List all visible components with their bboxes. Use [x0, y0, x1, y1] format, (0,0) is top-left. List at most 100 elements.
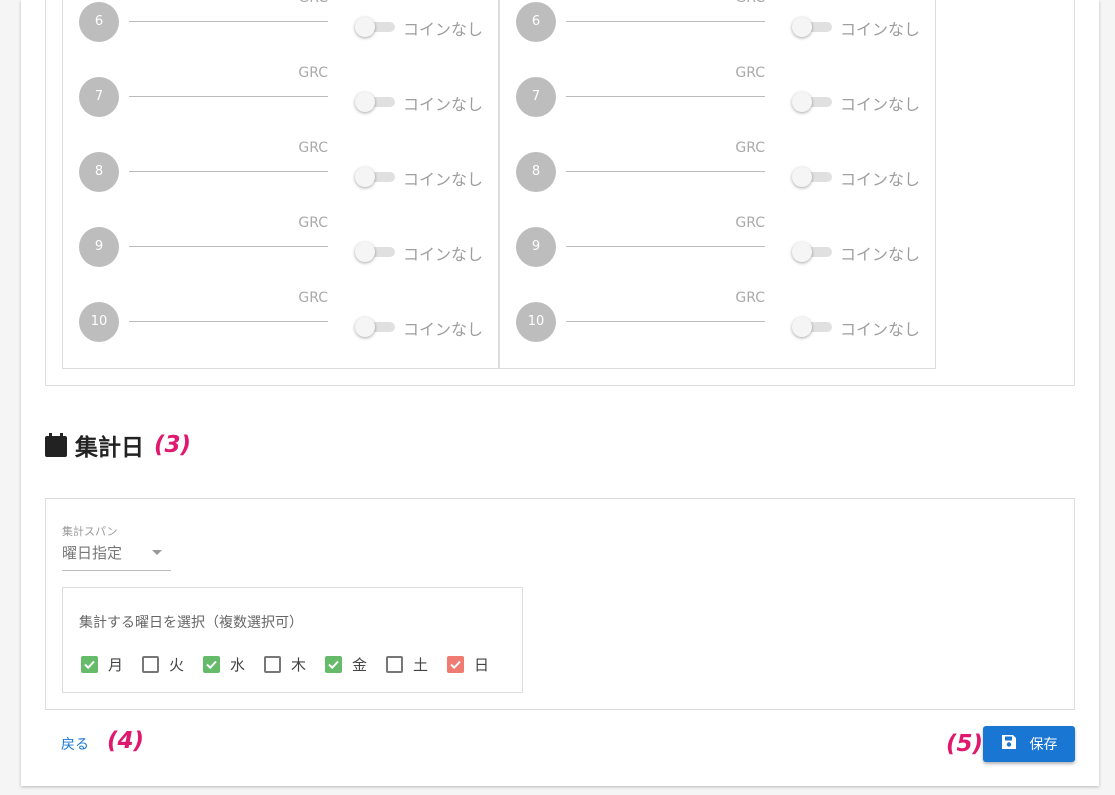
no-coin-toggle[interactable] [355, 317, 395, 337]
toggle-knob [792, 317, 812, 337]
weekday-selector-title: 集計する曜日を選択（複数選択可） [79, 615, 303, 631]
no-coin-toggle[interactable] [792, 317, 832, 337]
aggregation-section: 集計スパン 曜日指定 集計する曜日を選択（複数選択可） 月 火 水 木 金 土 日 [45, 498, 1075, 710]
no-coin-label: コインなし [403, 320, 484, 339]
weekday-label: 月 [108, 656, 124, 674]
rank-badge: 6 [516, 2, 556, 42]
rank-row: 7 GRC コインなし [63, 65, 500, 127]
aggregation-heading: 集計日 (3) [45, 428, 191, 462]
span-select-label: 集計スパン [62, 525, 118, 538]
toggle-knob [792, 17, 812, 37]
weekday-option[interactable]: 月 [81, 654, 123, 675]
weekday-option[interactable]: 日 [447, 654, 489, 675]
coin-amount-input[interactable]: GRC [129, 0, 328, 22]
rank-badge: 7 [79, 77, 119, 117]
save-icon [1001, 734, 1017, 754]
no-coin-toggle[interactable] [792, 167, 832, 187]
annotation-marker-4: (4) [107, 728, 145, 754]
no-coin-toggle[interactable] [355, 92, 395, 112]
coin-amount-input[interactable]: GRC [566, 65, 765, 97]
annotation-marker-5: (5) [946, 731, 984, 757]
weekday-option[interactable]: 火 [142, 654, 184, 675]
rank-row: 6 GRC コインなし [63, 0, 500, 52]
rank-row: 7 GRC コインなし [500, 65, 937, 127]
no-coin-label: コインなし [840, 20, 921, 39]
weekday-option[interactable]: 水 [203, 654, 245, 675]
rank-column-left: 6 GRC コインなし 7 GRC コインなし 8 GRC コインなし 9 GRC コインなし 10 GR… [62, 0, 499, 369]
no-coin-toggle[interactable] [355, 167, 395, 187]
calendar-icon [45, 433, 67, 457]
weekday-label: 木 [291, 656, 307, 674]
toggle-knob [355, 17, 375, 37]
checkbox-checked-icon[interactable] [203, 656, 220, 673]
coin-amount-input[interactable]: GRC [129, 65, 328, 97]
coin-unit-label: GRC [735, 140, 765, 156]
toggle-knob [355, 167, 375, 187]
checkbox-checked-icon[interactable] [447, 656, 464, 673]
coin-unit-label: GRC [298, 0, 328, 6]
save-button-label: 保存 [1029, 737, 1058, 753]
rank-row: 8 GRC コインなし [63, 140, 500, 202]
no-coin-toggle[interactable] [355, 17, 395, 37]
annotation-marker-3: (3) [154, 432, 192, 458]
weekday-label: 土 [413, 656, 429, 674]
rank-row: 6 GRC コインなし [500, 0, 937, 52]
rank-badge: 8 [79, 152, 119, 192]
coin-amount-input[interactable]: GRC [129, 140, 328, 172]
checkbox-unchecked-icon[interactable] [264, 656, 281, 673]
save-button[interactable]: 保存 [983, 726, 1075, 762]
back-link[interactable]: 戻る [61, 734, 89, 754]
coin-amount-input[interactable]: GRC [566, 290, 765, 322]
no-coin-label: コインなし [840, 245, 921, 264]
coin-unit-label: GRC [735, 215, 765, 231]
rank-row: 9 GRC コインなし [500, 215, 937, 277]
rank-row: 9 GRC コインなし [63, 215, 500, 277]
coin-amount-input[interactable]: GRC [129, 215, 328, 247]
coin-unit-label: GRC [298, 140, 328, 156]
no-coin-toggle[interactable] [792, 92, 832, 112]
no-coin-toggle[interactable] [792, 17, 832, 37]
weekday-option[interactable]: 金 [325, 654, 367, 675]
weekday-option[interactable]: 土 [386, 654, 428, 675]
toggle-knob [792, 92, 812, 112]
span-select-value[interactable]: 曜日指定 [62, 542, 122, 563]
no-coin-label: コインなし [403, 245, 484, 264]
rank-row: 8 GRC コインなし [500, 140, 937, 202]
toggle-knob [355, 317, 375, 337]
no-coin-label: コインなし [840, 95, 921, 114]
no-coin-label: コインなし [840, 170, 921, 189]
coin-unit-label: GRC [735, 0, 765, 6]
coin-unit-label: GRC [298, 65, 328, 81]
toggle-knob [355, 92, 375, 112]
no-coin-toggle[interactable] [792, 242, 832, 262]
dropdown-arrow-icon[interactable] [152, 550, 162, 555]
rank-badge: 10 [516, 302, 556, 342]
weekday-selector: 集計する曜日を選択（複数選択可） 月 火 水 木 金 土 日 [62, 587, 523, 693]
span-select-underline [62, 570, 171, 571]
no-coin-label: コインなし [403, 170, 484, 189]
coin-amount-input[interactable]: GRC [566, 215, 765, 247]
checkbox-unchecked-icon[interactable] [142, 656, 159, 673]
checkbox-unchecked-icon[interactable] [386, 656, 403, 673]
rank-badge: 7 [516, 77, 556, 117]
coin-amount-input[interactable]: GRC [129, 290, 328, 322]
rank-row: 10 GRC コインなし [63, 290, 500, 352]
no-coin-label: コインなし [840, 320, 921, 339]
aggregation-title: 集計日 [75, 435, 144, 461]
rank-badge: 6 [79, 2, 119, 42]
weekday-label: 火 [169, 656, 185, 674]
coin-unit-label: GRC [735, 65, 765, 81]
no-coin-label: コインなし [403, 20, 484, 39]
rank-badge: 9 [79, 227, 119, 267]
checkbox-checked-icon[interactable] [325, 656, 342, 673]
weekday-label: 水 [230, 656, 246, 674]
rank-badge: 9 [516, 227, 556, 267]
no-coin-toggle[interactable] [355, 242, 395, 262]
weekday-option[interactable]: 木 [264, 654, 306, 675]
checkbox-checked-icon[interactable] [81, 656, 98, 673]
coin-unit-label: GRC [298, 215, 328, 231]
coin-amount-input[interactable]: GRC [566, 0, 765, 22]
rank-row: 10 GRC コインなし [500, 290, 937, 352]
coin-unit-label: GRC [735, 290, 765, 306]
coin-amount-input[interactable]: GRC [566, 140, 765, 172]
